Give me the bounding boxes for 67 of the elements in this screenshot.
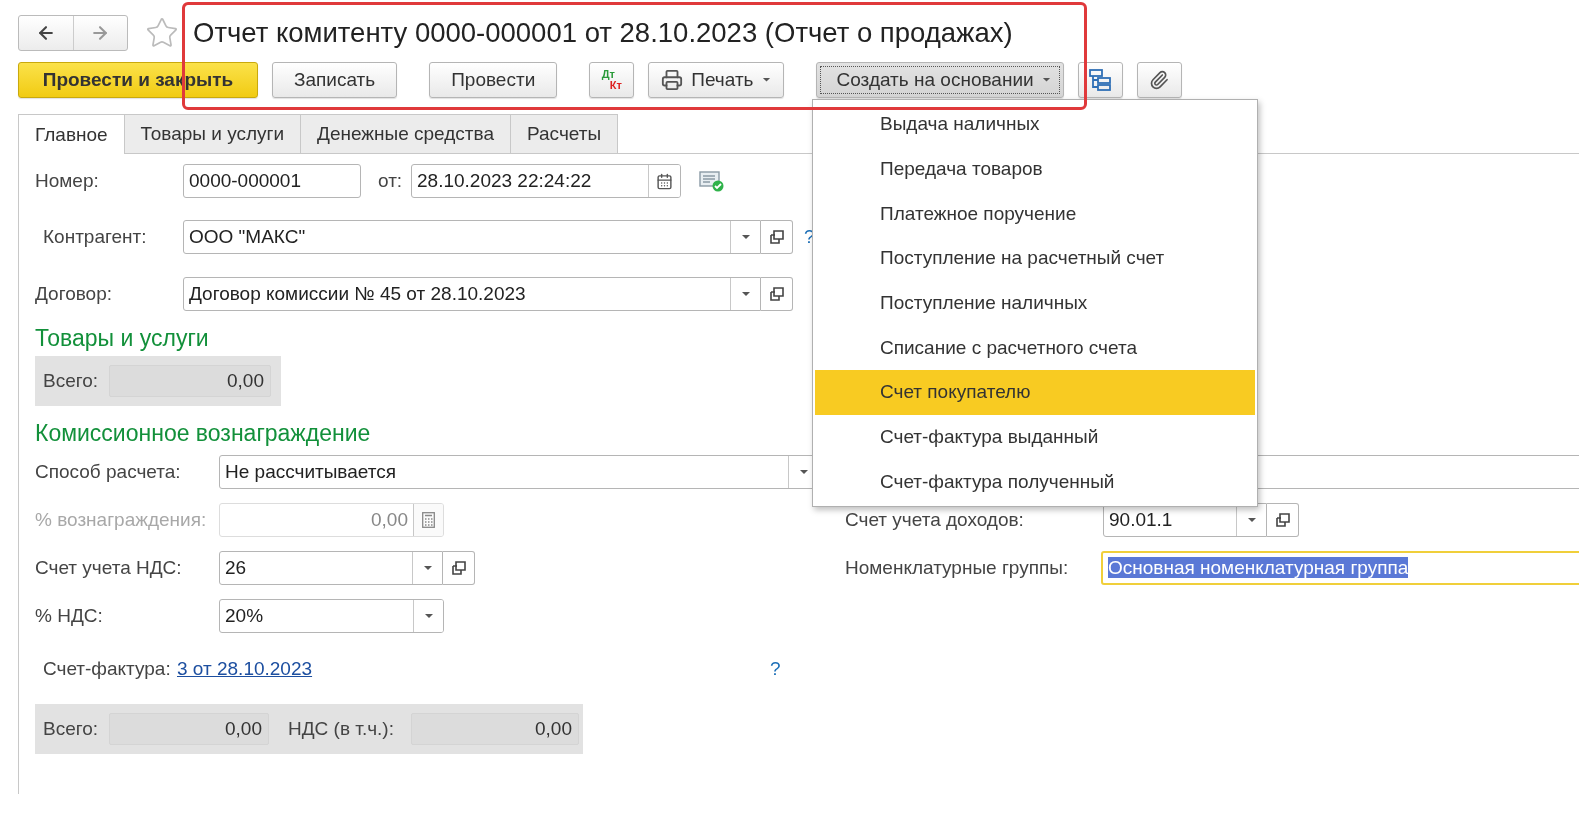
- field-label: Номер:: [35, 170, 100, 192]
- input-field[interactable]: Основная номенклатурная группа: [1101, 551, 1579, 585]
- open-window-icon: [768, 286, 785, 302]
- open-window-icon: [1274, 512, 1291, 528]
- field-label: Счет-фактура:: [42, 658, 172, 680]
- help-link[interactable]: ?: [770, 658, 781, 680]
- toolbar-button[interactable]: Записать: [272, 62, 398, 98]
- caret-icon: [740, 234, 751, 240]
- total-value: 0,00: [109, 365, 271, 397]
- printer-icon: [661, 69, 684, 91]
- paperclip-icon: [1149, 70, 1170, 90]
- print-button[interactable]: Печать: [648, 62, 784, 98]
- calculator-icon: [422, 512, 435, 528]
- tab[interactable]: Расчеты: [510, 114, 619, 153]
- caret-icon: [740, 291, 751, 297]
- field-label: от:: [378, 170, 404, 192]
- tab[interactable]: Главное: [18, 114, 125, 154]
- field-label: Счет учета доходов:: [845, 509, 1025, 531]
- postings-button[interactable]: Дт Кт: [589, 62, 635, 98]
- field-label: % НДС:: [35, 605, 104, 627]
- calendar-button[interactable]: [648, 165, 680, 197]
- field-label: Номенклатурные группы:: [845, 557, 1070, 579]
- tab[interactable]: Товары и услуги: [123, 114, 302, 153]
- section-heading: Товары и услуги: [35, 324, 209, 352]
- input-field[interactable]: ООО "МАКС": [183, 220, 761, 254]
- tab[interactable]: Денежные средства: [300, 114, 511, 153]
- total-value: 0,00: [411, 713, 579, 745]
- invoice-link[interactable]: 3 от 28.10.2023: [177, 658, 313, 680]
- toolbar-button[interactable]: Провести: [429, 62, 558, 98]
- menu-item[interactable]: Счет покупателю: [815, 370, 1255, 415]
- total-label: НДС (в т.ч.):: [288, 718, 395, 740]
- input-field[interactable]: 20%: [219, 599, 444, 633]
- total-label: Всего:: [43, 718, 100, 740]
- open-button[interactable]: [761, 277, 793, 311]
- attach-button[interactable]: [1136, 62, 1182, 98]
- caret-icon: [1041, 77, 1051, 83]
- input-field[interactable]: 0000-000001: [183, 164, 361, 198]
- open-button[interactable]: [443, 551, 475, 585]
- document-check-icon[interactable]: [699, 169, 725, 193]
- hierarchy-icon: [1088, 68, 1113, 92]
- section-heading: Комиссионное вознаграждение: [35, 419, 371, 447]
- input-field[interactable]: 26: [219, 551, 443, 585]
- total-value: 0,00: [109, 713, 269, 745]
- caret-icon: [1246, 517, 1257, 523]
- open-button[interactable]: [1267, 503, 1299, 537]
- input-field[interactable]: 28.10.2023 22:24:22: [411, 164, 681, 198]
- field-label: % вознаграждения:: [35, 509, 208, 531]
- calculator-button[interactable]: [413, 504, 443, 536]
- calendar-icon: [656, 172, 673, 190]
- open-window-icon: [768, 229, 785, 245]
- field-label: Способ расчета:: [35, 461, 182, 483]
- open-window-icon: [450, 560, 467, 576]
- open-button[interactable]: [761, 220, 793, 254]
- structure-button[interactable]: [1077, 62, 1123, 98]
- field-label: Контрагент:: [42, 226, 148, 248]
- field-label: Счет учета НДС:: [35, 557, 183, 579]
- create-based-on-button[interactable]: Создать на основании: [815, 62, 1064, 98]
- star-icon[interactable]: [145, 16, 179, 50]
- field-label: Договор:: [35, 283, 114, 305]
- caret-icon: [761, 77, 771, 83]
- dropdown-button[interactable]: [413, 600, 443, 632]
- window-title: Отчет комитенту 0000-000001 от 28.10.2023 (Отчет о продажах): [193, 17, 1013, 49]
- total-label: Всего:: [43, 370, 100, 392]
- caret-icon: [422, 565, 433, 571]
- caret-icon: [423, 613, 434, 619]
- caret-icon: [798, 469, 809, 475]
- input-field[interactable]: Договор комиссии № 45 от 28.10.2023: [183, 277, 761, 311]
